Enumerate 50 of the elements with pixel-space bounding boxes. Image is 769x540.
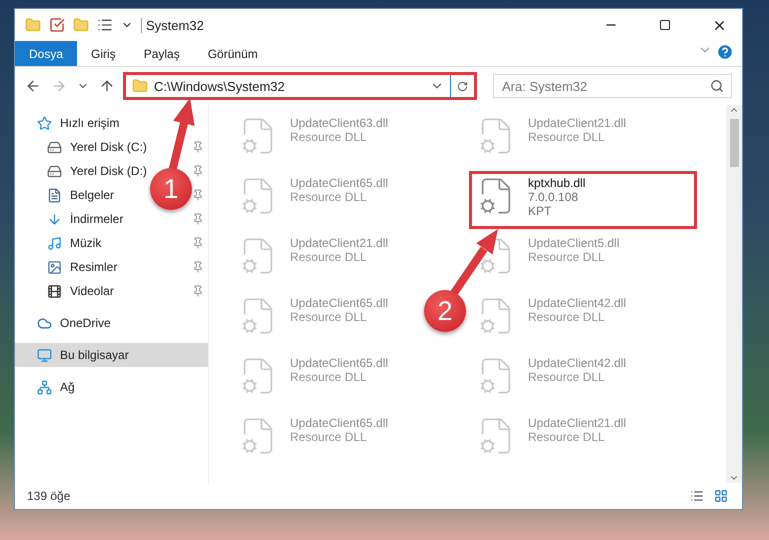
download-icon (47, 212, 62, 226)
pin-icon[interactable] (192, 189, 204, 201)
help-icon (716, 43, 734, 61)
cloud-icon (37, 316, 52, 330)
item-count: 139 öğe (27, 489, 70, 503)
refresh-icon (457, 80, 468, 92)
sidebar-item[interactable]: Ağ (35, 376, 77, 398)
drive-icon (47, 140, 62, 154)
ribbon-tab[interactable]: Dosya (15, 41, 78, 66)
maximize-icon (659, 19, 671, 31)
document-icon (47, 188, 62, 202)
monitor-icon (37, 348, 52, 362)
sidebar-item[interactable]: Yerel Disk (D:) (45, 160, 149, 182)
folder-icon[interactable] (25, 17, 41, 33)
tiles-view-button[interactable] (712, 487, 730, 505)
drive-icon (47, 164, 62, 178)
picture-icon (47, 260, 62, 274)
scroll-thumb[interactable] (730, 119, 738, 167)
folder-icon[interactable] (73, 17, 89, 33)
sidebar-item[interactable]: Hızlı erişim (35, 112, 122, 134)
search-icon (710, 79, 724, 93)
pin-icon[interactable] (192, 141, 204, 153)
grid-icon (714, 489, 728, 503)
ribbon-tab[interactable]: Giriş (77, 41, 130, 66)
address-field[interactable]: C:\Windows\System32 (123, 72, 477, 100)
pin-icon[interactable] (192, 261, 204, 273)
window-title: System32 (141, 18, 580, 32)
pin-icon[interactable] (192, 213, 204, 225)
sidebar-item[interactable]: Belgeler (45, 184, 116, 206)
sidebar-item[interactable]: Müzik (45, 232, 104, 254)
file-item[interactable]: kptxhub.dll 7.0.0.108 KPT (469, 171, 697, 229)
sidebar-item[interactable]: Yerel Disk (C:) (45, 136, 149, 158)
ribbon-tab[interactable]: Paylaş (130, 41, 194, 66)
sidebar-item[interactable]: Videolar (45, 280, 116, 302)
search-field[interactable]: Ara: System32 (493, 74, 732, 98)
pin-icon[interactable] (192, 237, 204, 249)
sidebar-item[interactable]: İndirmeler (45, 208, 126, 230)
network-icon (37, 380, 52, 394)
sidebar-item[interactable]: OneDrive (35, 312, 113, 334)
sidebar-item[interactable]: Resimler (45, 256, 120, 278)
checklist-icon[interactable] (49, 17, 65, 33)
scrollbar[interactable] (726, 105, 742, 483)
list-icon (690, 489, 704, 503)
film-icon (47, 284, 62, 298)
folder-icon (132, 78, 148, 94)
music-note-icon (47, 236, 62, 250)
pin-icon[interactable] (192, 285, 204, 297)
star-icon (37, 116, 52, 130)
ribbon-tab[interactable]: Görünüm (194, 41, 272, 66)
pin-icon[interactable] (192, 165, 204, 177)
